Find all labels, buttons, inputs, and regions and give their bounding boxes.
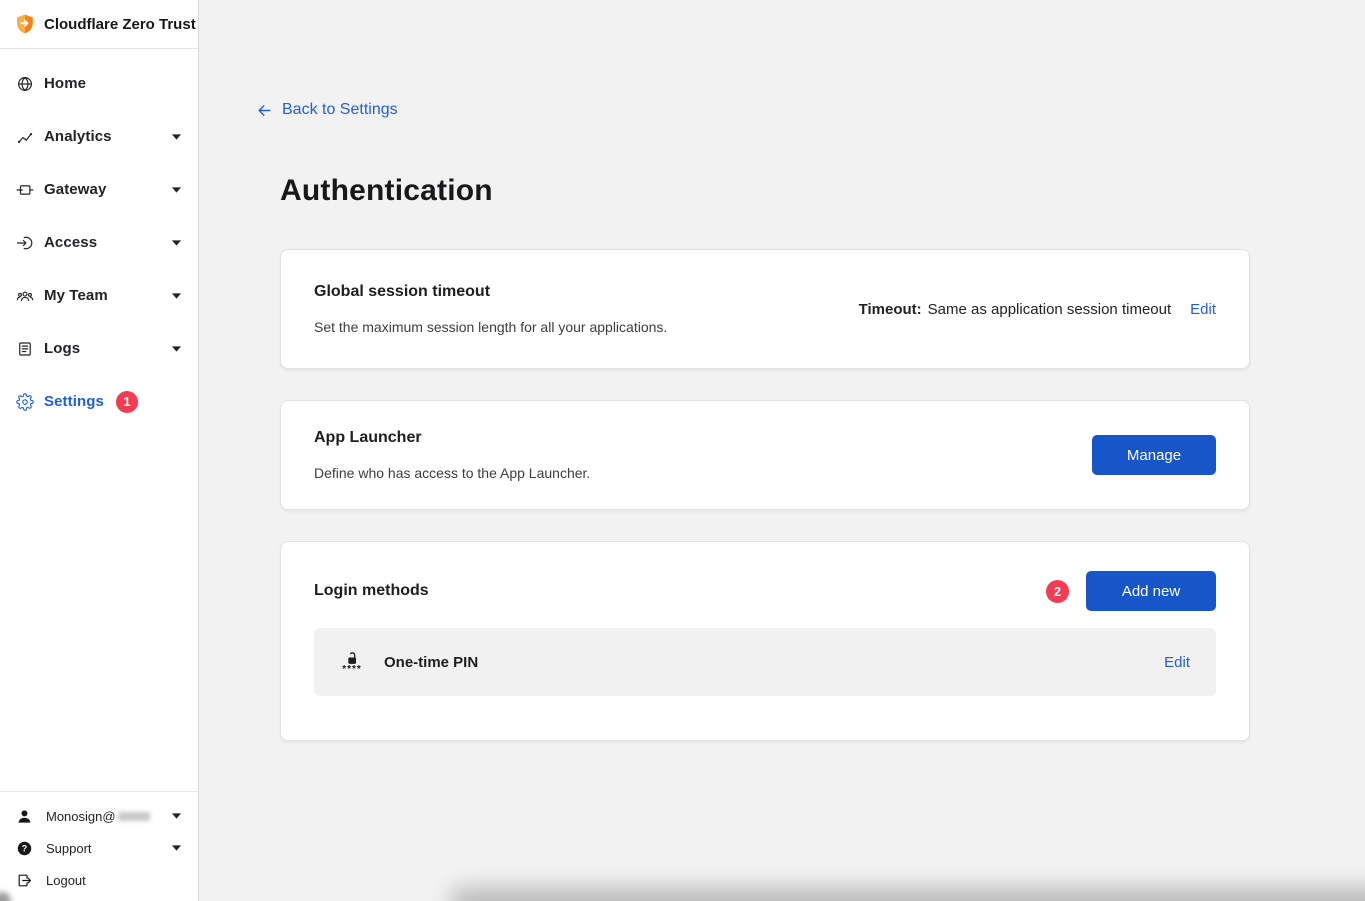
- sidebar-item-analytics[interactable]: Analytics: [0, 110, 198, 163]
- gateway-icon: [16, 181, 34, 199]
- logs-icon: [16, 340, 34, 358]
- chevron-down-icon: [171, 812, 182, 820]
- chevron-down-icon: [171, 133, 182, 141]
- team-icon: [16, 287, 34, 305]
- sidebar-item-label: Home: [44, 75, 86, 92]
- sidebar-item-logs[interactable]: Logs: [0, 322, 198, 375]
- svg-text:?: ?: [22, 843, 27, 853]
- cloudflare-zero-trust-dashboard: Cloudflare Zero Trust Home: [0, 0, 1365, 901]
- support-label: Support: [46, 841, 92, 856]
- sidebar-item-label: Gateway: [44, 181, 106, 198]
- card-text: Global session timeout Set the maximum s…: [314, 283, 667, 335]
- login-methods-header: Login methods 2 Add new: [314, 571, 1216, 611]
- card-title: App Launcher: [314, 429, 590, 447]
- card-title: Global session timeout: [314, 283, 667, 301]
- user-icon: [16, 808, 33, 825]
- manage-app-launcher-button[interactable]: Manage: [1092, 435, 1216, 475]
- account-menu[interactable]: Monosign@: [0, 800, 198, 832]
- brand-header[interactable]: Cloudflare Zero Trust: [0, 0, 198, 49]
- otp-stars: ****: [342, 667, 362, 673]
- add-new-login-method-button[interactable]: Add new: [1086, 571, 1216, 611]
- bottom-window-shadow: [450, 887, 1365, 901]
- timeout-summary: Timeout: Same as application session tim…: [859, 301, 1216, 318]
- sidebar-item-label: Access: [44, 234, 97, 251]
- analytics-icon: [16, 128, 34, 146]
- chevron-down-icon: [171, 844, 182, 852]
- page-title: Authentication: [280, 174, 1365, 208]
- sidebar-item-label: Settings: [44, 393, 104, 410]
- card-description: Define who has access to the App Launche…: [314, 465, 590, 481]
- add-new-step-badge: 2: [1046, 580, 1069, 603]
- sidebar-item-home[interactable]: Home: [0, 57, 198, 110]
- sidebar-item-label: Analytics: [44, 128, 112, 145]
- access-icon: [16, 234, 34, 252]
- back-to-settings-link[interactable]: Back to Settings: [256, 101, 398, 119]
- timeout-value-text: Timeout: Same as application session tim…: [859, 301, 1172, 318]
- sidebar-item-settings[interactable]: Settings 1: [0, 375, 198, 428]
- logout-icon: [16, 872, 33, 889]
- card-description: Set the maximum session length for all y…: [314, 319, 667, 335]
- back-arrow-icon: [256, 102, 273, 119]
- sidebar-item-access[interactable]: Access: [0, 216, 198, 269]
- card-text: App Launcher Define who has access to th…: [314, 429, 590, 481]
- settings-notification-badge: 1: [116, 391, 138, 413]
- help-icon: ?: [16, 840, 33, 857]
- edit-timeout-link[interactable]: Edit: [1190, 301, 1216, 318]
- cloudflare-shield-icon: [14, 12, 36, 36]
- chevron-down-icon: [171, 292, 182, 300]
- timeout-value: Same as application session timeout: [928, 301, 1171, 318]
- gear-icon: [16, 393, 34, 411]
- login-method-name: One-time PIN: [384, 654, 478, 671]
- sidebar-item-gateway[interactable]: Gateway: [0, 163, 198, 216]
- card-title: Login methods: [314, 582, 429, 600]
- chevron-down-icon: [171, 345, 182, 353]
- one-time-pin-lock-icon: ****: [340, 651, 364, 673]
- main-content: Back to Settings Authentication Global s…: [200, 0, 1365, 901]
- timeout-key: Timeout:: [859, 301, 922, 318]
- logout-button[interactable]: Logout: [0, 864, 198, 896]
- account-label: Monosign@: [46, 809, 116, 824]
- sidebar: Cloudflare Zero Trust Home: [0, 0, 199, 901]
- login-methods-actions: 2 Add new: [1046, 571, 1216, 611]
- redacted-account-text: [118, 812, 150, 821]
- login-method-row: **** One-time PIN Edit: [314, 628, 1216, 696]
- sidebar-nav: Home Analytics: [0, 49, 198, 428]
- global-session-timeout-card: Global session timeout Set the maximum s…: [280, 249, 1250, 369]
- settings-cards: Global session timeout Set the maximum s…: [280, 249, 1250, 741]
- globe-icon: [16, 75, 34, 93]
- back-link-label: Back to Settings: [282, 101, 398, 119]
- logout-label: Logout: [46, 873, 86, 888]
- login-methods-card: Login methods 2 Add new **** One-ti: [280, 541, 1250, 741]
- app-title: Cloudflare Zero Trust: [44, 16, 196, 33]
- sidebar-footer: Monosign@ ? Support: [0, 791, 198, 901]
- support-menu[interactable]: ? Support: [0, 832, 198, 864]
- sidebar-item-label: Logs: [44, 340, 80, 357]
- sidebar-item-my-team[interactable]: My Team: [0, 269, 198, 322]
- chevron-down-icon: [171, 239, 182, 247]
- edit-login-method-link[interactable]: Edit: [1164, 654, 1190, 671]
- chevron-down-icon: [171, 186, 182, 194]
- app-launcher-card: App Launcher Define who has access to th…: [280, 400, 1250, 510]
- sidebar-item-label: My Team: [44, 287, 108, 304]
